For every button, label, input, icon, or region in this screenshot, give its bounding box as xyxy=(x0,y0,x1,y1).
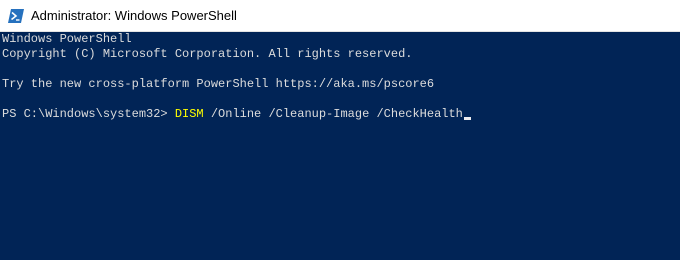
console-line: Windows PowerShell xyxy=(2,32,132,46)
console-line: Copyright (C) Microsoft Corporation. All… xyxy=(2,47,413,61)
command-line[interactable]: PS C:\Windows\system32> DISM /Online /Cl… xyxy=(2,107,680,122)
powershell-icon[interactable] xyxy=(8,8,24,24)
window-title: Administrator: Windows PowerShell xyxy=(31,8,237,23)
text-cursor xyxy=(463,117,471,120)
console-line: Try the new cross-platform PowerShell ht… xyxy=(2,77,435,91)
command-keyword: DISM xyxy=(174,107,204,121)
title-bar[interactable]: Administrator: Windows PowerShell xyxy=(0,0,680,32)
powershell-window: Administrator: Windows PowerShell Window… xyxy=(0,0,680,260)
command-arguments: /Online /Cleanup-Image /CheckHealth xyxy=(203,107,463,121)
console-output[interactable]: Windows PowerShell Copyright (C) Microso… xyxy=(0,32,680,260)
console-prompt: PS C:\Windows\system32> xyxy=(2,107,175,121)
